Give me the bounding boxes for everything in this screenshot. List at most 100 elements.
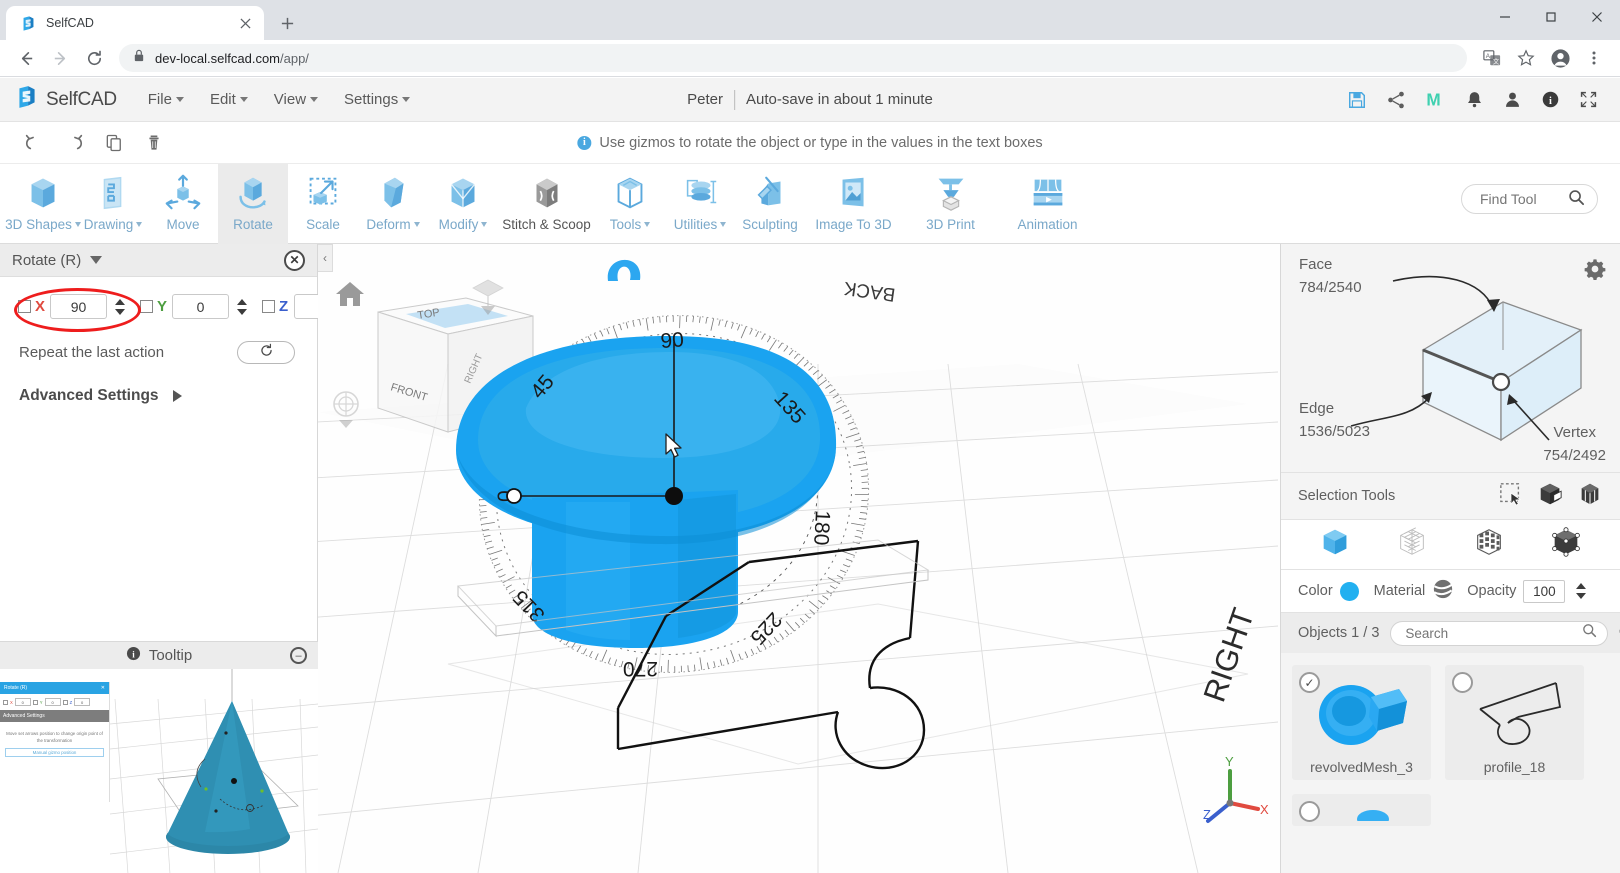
solid-view-icon[interactable] [1318, 525, 1352, 564]
translate-icon[interactable]: A文 [1477, 43, 1507, 73]
browser-tab[interactable]: SelfCAD [6, 6, 264, 40]
copy-icon[interactable] [94, 127, 134, 159]
chevron-down-icon[interactable] [114, 308, 125, 315]
ribbon-tool-3d-print[interactable]: 3D Print [902, 164, 999, 244]
chevron-up-icon[interactable] [114, 298, 125, 305]
trash-icon[interactable] [134, 127, 174, 159]
reload-icon[interactable] [79, 43, 109, 73]
properties-panel: Face 784/2540 Edge 1536/5023 Vertex 754/… [1280, 244, 1620, 873]
rotate-x-input[interactable] [50, 294, 107, 319]
rotate-y-checkbox[interactable] [140, 300, 153, 313]
rectangle-select-icon[interactable] [1499, 482, 1523, 511]
close-icon[interactable] [236, 14, 254, 32]
object-card[interactable]: profile_18 [1445, 665, 1584, 780]
rotate-x-checkbox[interactable] [18, 300, 31, 313]
ribbon-tool-deform[interactable]: Deform [358, 164, 428, 244]
selection-tools-icons [1499, 481, 1603, 512]
opacity-input[interactable] [1523, 579, 1566, 603]
chevron-down-icon [402, 97, 411, 102]
menu-edit[interactable]: Edit [197, 87, 261, 112]
ribbon-tool-stitch-scoop[interactable]: Stitch & Scoop [498, 164, 595, 244]
refresh-icon [259, 343, 274, 363]
mailchimp-m-icon[interactable]: M [1425, 89, 1446, 110]
chevron-down-icon[interactable] [236, 308, 247, 315]
color-swatch[interactable] [1339, 581, 1359, 601]
ribbon-tool-3d-shapes[interactable]: 3D Shapes [5, 164, 81, 244]
search-icon[interactable] [1582, 623, 1597, 643]
box-select-icon[interactable] [1537, 481, 1563, 512]
arrow-left-icon[interactable] [11, 43, 41, 73]
chevron-up-icon[interactable] [1575, 583, 1586, 589]
chevron-left-icon[interactable]: ‹ [318, 244, 333, 272]
selfcad-logo-icon [20, 15, 37, 32]
star-icon[interactable] [1511, 43, 1541, 73]
rotate-z-checkbox[interactable] [262, 300, 275, 313]
selfcad-app-window: SelfCAD dev-local.selfcad.com/app/ A 文 S… [0, 0, 1620, 873]
ribbon-tool-utilities[interactable]: Utilities [665, 164, 735, 244]
maximize-icon[interactable] [1528, 0, 1574, 34]
rotate-icon [232, 171, 274, 215]
object-select-checkbox[interactable] [1452, 672, 1473, 693]
face-value: 784/2540 [1299, 278, 1362, 296]
ribbon-tool-scale[interactable]: Scale [288, 164, 358, 244]
address-bar[interactable]: dev-local.selfcad.com/app/ [119, 44, 1467, 72]
ribbon-tool-animation[interactable]: Animation [999, 164, 1096, 244]
object-select-checkbox[interactable]: ✓ [1299, 672, 1320, 693]
advanced-settings-row[interactable]: Advanced Settings [0, 364, 317, 405]
object-select-checkbox[interactable] [1299, 801, 1320, 822]
minus-circle-icon[interactable]: – [290, 647, 307, 664]
menu-view[interactable]: View [261, 87, 331, 112]
chevron-down-icon [136, 222, 143, 227]
arrow-right-icon[interactable] [45, 43, 75, 73]
menu-settings-label: Settings [344, 91, 399, 108]
objects-search[interactable] [1390, 620, 1609, 646]
close-icon[interactable]: ✕ [284, 249, 305, 271]
wireframe-view-icon[interactable] [1395, 525, 1429, 564]
lasso-select-icon[interactable] [1577, 481, 1603, 512]
save-icon[interactable] [1347, 90, 1367, 110]
close-icon[interactable] [1574, 0, 1620, 34]
info-icon[interactable]: i [1541, 90, 1560, 109]
rotate-y-stepper[interactable] [234, 294, 249, 319]
notifications-bell-icon[interactable] [1465, 90, 1484, 109]
fullscreen-icon[interactable] [1579, 90, 1598, 109]
undo-icon[interactable] [14, 127, 54, 159]
header-status: Peter Auto-save in about 1 minute [687, 89, 933, 110]
ribbon-tool-drawing[interactable]: Drawing [78, 164, 148, 244]
face-label: Face [1299, 256, 1333, 273]
user-account-icon[interactable] [1503, 90, 1522, 109]
material-sphere-icon[interactable] [1432, 578, 1454, 605]
chevron-down-icon[interactable] [1575, 593, 1586, 599]
mesh-view-icon[interactable] [1472, 525, 1506, 564]
opacity-stepper[interactable] [1573, 579, 1588, 604]
rotate-y-input[interactable] [172, 294, 229, 319]
vertex-view-icon[interactable] [1549, 525, 1583, 564]
ribbon-tool-tools[interactable]: Tools [595, 164, 665, 244]
menu-settings[interactable]: Settings [331, 87, 423, 112]
search-icon[interactable] [1568, 189, 1585, 209]
app-brand[interactable]: SelfCAD [14, 84, 117, 115]
object-card[interactable] [1292, 794, 1431, 826]
kebab-menu-icon[interactable] [1579, 43, 1609, 73]
ribbon-tool-rotate[interactable]: Rotate [218, 164, 288, 244]
plus-icon[interactable] [272, 8, 302, 38]
ribbon-tool-modify[interactable]: Modify [428, 164, 498, 244]
viewport-scene: 90 45 135 180 225 270 315 0 BACK RIGHT T… [318, 244, 1280, 873]
chevron-up-icon[interactable] [236, 298, 247, 305]
account-icon[interactable] [1545, 43, 1575, 73]
find-tool-search[interactable]: Find Tool [1461, 184, 1598, 214]
ribbon-tool-image-to-3d[interactable]: Image To 3D [805, 164, 902, 244]
object-card[interactable]: ✓ revolvedMesh_3 [1292, 665, 1431, 780]
ribbon-tool-label: Deform [366, 217, 420, 232]
minimize-icon[interactable] [1482, 0, 1528, 34]
share-icon[interactable] [1386, 90, 1406, 110]
3d-viewport[interactable]: 90 45 135 180 225 270 315 0 BACK RIGHT T… [318, 244, 1280, 873]
chevron-down-icon[interactable] [90, 256, 103, 264]
redo-icon[interactable] [54, 127, 94, 159]
menu-file[interactable]: File [135, 87, 197, 112]
ribbon-tool-sculpting[interactable]: Sculpting [735, 164, 805, 244]
rotate-x-stepper[interactable] [112, 294, 127, 319]
ribbon-tool-move[interactable]: Move [148, 164, 218, 244]
repeat-action-button[interactable] [237, 341, 295, 364]
objects-search-input[interactable] [1405, 625, 1583, 641]
